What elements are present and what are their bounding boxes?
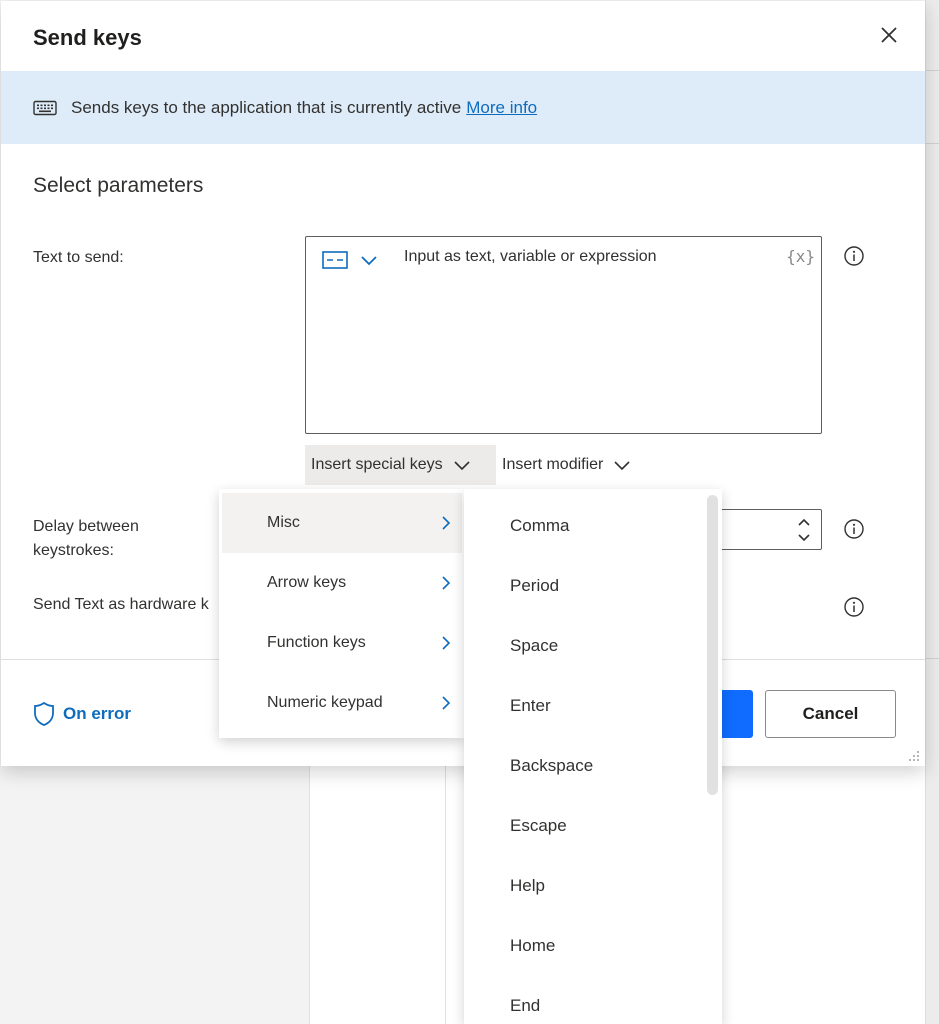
chevron-right-icon <box>442 696 451 710</box>
menu-key-help[interactable]: Help <box>464 856 722 916</box>
close-button[interactable] <box>875 21 903 49</box>
resize-grip-icon[interactable] <box>905 747 921 763</box>
menu-key-comma[interactable]: Comma <box>464 496 722 556</box>
menu-key-space[interactable]: Space <box>464 616 722 676</box>
text-to-send-input[interactable]: Input as text, variable or expression {x… <box>305 236 822 434</box>
menu-item-label: Numeric keypad <box>267 694 383 711</box>
chevron-right-icon <box>442 576 451 590</box>
keyboard-icon <box>33 100 57 115</box>
submenu-scrollbar[interactable] <box>707 495 718 795</box>
background-right-strip <box>925 0 939 1024</box>
text-type-icon[interactable] <box>322 251 348 269</box>
chevron-down-icon <box>454 461 470 471</box>
menu-item-label: Function keys <box>267 634 366 651</box>
delay-label-line1: Delay between <box>33 518 139 535</box>
special-keys-category-menu: Misc Arrow keys Function keys Numeric ke… <box>219 489 464 738</box>
insert-special-keys-button[interactable]: Insert special keys <box>305 445 496 485</box>
menu-item-function-keys[interactable]: Function keys <box>222 613 462 673</box>
insert-special-keys-label: Insert special keys <box>311 456 443 473</box>
chevron-down-icon[interactable] <box>360 253 378 267</box>
hardware-keys-label: Send Text as hardware k <box>33 596 209 613</box>
on-error-button[interactable]: On error <box>33 701 131 727</box>
delay-label-line2: keystrokes: <box>33 542 114 559</box>
dialog-title: Send keys <box>33 25 142 50</box>
spin-button-icon[interactable] <box>797 516 811 544</box>
menu-key-backspace[interactable]: Backspace <box>464 736 722 796</box>
menu-item-arrow-keys[interactable]: Arrow keys <box>222 553 462 613</box>
chevron-down-icon <box>614 461 630 471</box>
info-banner: Sends keys to the application that is cu… <box>1 71 925 144</box>
menu-item-label: Arrow keys <box>267 574 347 591</box>
cancel-button[interactable]: Cancel <box>765 690 896 738</box>
close-icon <box>881 27 897 43</box>
menu-key-home[interactable]: Home <box>464 916 722 976</box>
shield-icon <box>34 701 54 726</box>
background-middle-panel <box>310 766 446 1024</box>
chevron-right-icon <box>442 516 451 530</box>
text-to-send-label: Text to send: <box>33 249 124 266</box>
menu-key-escape[interactable]: Escape <box>464 796 722 856</box>
insert-modifier-label: Insert modifier <box>502 456 604 473</box>
menu-key-enter[interactable]: Enter <box>464 676 722 736</box>
info-icon[interactable] <box>843 518 865 540</box>
chevron-right-icon <box>442 636 451 650</box>
menu-key-end[interactable]: End <box>464 976 722 1024</box>
menu-item-numeric-keypad[interactable]: Numeric keypad <box>222 673 462 733</box>
section-title: Select parameters <box>33 174 204 197</box>
menu-key-period[interactable]: Period <box>464 556 722 616</box>
more-info-link[interactable]: More info <box>466 98 537 118</box>
info-icon[interactable] <box>843 596 865 618</box>
menu-item-misc[interactable]: Misc <box>222 493 462 553</box>
insert-modifier-button[interactable]: Insert modifier <box>496 445 631 485</box>
on-error-label: On error <box>63 704 132 723</box>
variable-fx-icon[interactable]: {x} <box>786 247 815 266</box>
info-icon[interactable] <box>843 245 865 267</box>
misc-keys-submenu: Comma Period Space Enter Backspace Escap… <box>464 489 722 1024</box>
background-left-panel <box>0 766 310 1024</box>
banner-text: Sends keys to the application that is cu… <box>71 97 462 117</box>
menu-item-label: Misc <box>267 514 300 531</box>
text-input-placeholder: Input as text, variable or expression <box>404 248 657 265</box>
